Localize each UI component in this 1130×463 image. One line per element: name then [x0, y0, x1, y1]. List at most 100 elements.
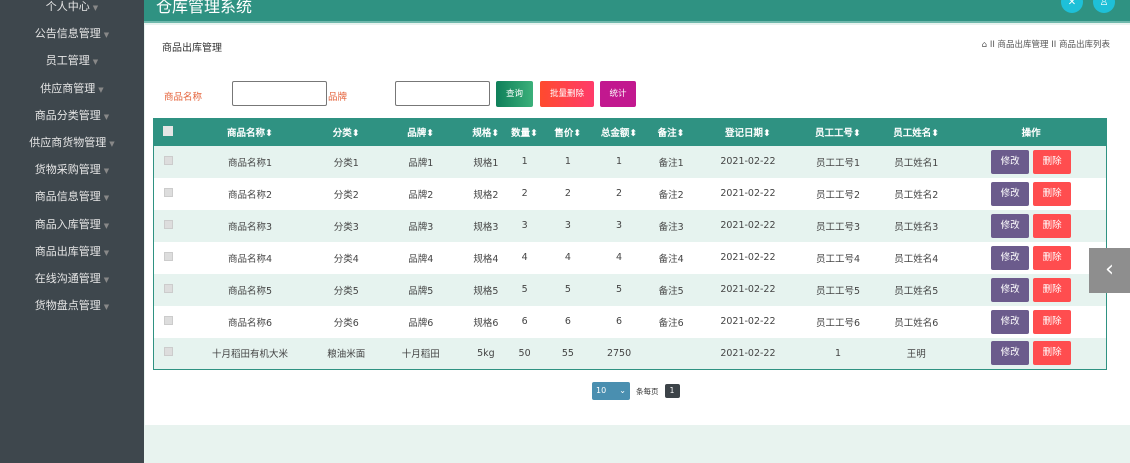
delete-button[interactable]: 删除 [1033, 181, 1072, 206]
row-checkbox[interactable] [154, 178, 183, 210]
table-cell: 分类4 [333, 253, 359, 265]
row-checkbox[interactable] [153, 209, 183, 242]
sort-icon[interactable]: ⬍ [629, 128, 637, 139]
sidebar-item[interactable]: 商品入库管理 ▼ [0, 211, 144, 238]
sort-icon[interactable]: ⬍ [352, 128, 360, 139]
brand-input[interactable] [395, 81, 490, 106]
table-cell: 分类2 [333, 189, 359, 201]
row-checkbox[interactable] [153, 337, 183, 370]
column-header[interactable]: 分类⬍ [317, 118, 375, 146]
sort-icon[interactable]: ⬍ [530, 128, 538, 139]
edit-button[interactable]: 修改 [991, 245, 1030, 270]
caret-down-icon: ▼ [92, 58, 99, 67]
sort-icon[interactable]: ⬍ [265, 128, 273, 139]
select-all-checkbox[interactable] [153, 118, 183, 146]
sidebar-item[interactable]: 供应商货物管理 ▼ [0, 129, 144, 156]
sidebar-item[interactable]: 商品分类管理 ▼ [0, 102, 144, 129]
edit-button[interactable]: 修改 [991, 181, 1030, 206]
sidebar: 个人中心 ▼ 公告信息管理 ▼ 员工管理 ▼ 供应商管理 ▼ 商品分类管理 ▼ 供应商货物管理 ▼ 货物… [0, 0, 144, 463]
user-icon[interactable]: ♙ [1093, 0, 1115, 13]
row-checkbox[interactable] [154, 242, 183, 274]
sidebar-item[interactable]: 商品出库管理 ▼ [0, 238, 144, 265]
table-row: 商品名称3 分类3 品牌3 规格3 3 3 3 备注3 2021-02-22 员工工号3 员工姓名3… [153, 209, 1107, 242]
row-checkbox[interactable] [153, 145, 183, 178]
sidebar-item[interactable]: 在线沟通管理 ▼ [0, 265, 144, 292]
stats-button[interactable]: 统计 [600, 81, 636, 107]
sort-icon[interactable]: ⬍ [677, 128, 685, 139]
edit-button[interactable]: 修改 [991, 341, 1030, 366]
table-cell: 员工工号4 [815, 253, 861, 265]
column-header[interactable]: 数量⬍ [505, 118, 544, 146]
row-checkbox[interactable] [154, 306, 183, 338]
delete-button[interactable]: 删除 [1033, 149, 1072, 174]
edit-button[interactable]: 修改 [991, 309, 1030, 334]
edit-button[interactable]: 修改 [991, 277, 1030, 302]
sidebar-item[interactable]: 货物盘点管理 ▼ [0, 292, 144, 319]
table-cell: 备注1 [646, 145, 697, 178]
table-cell: 3 [591, 209, 647, 242]
table-cell: 商品名称5 [182, 273, 318, 306]
sidebar-item[interactable]: 公告信息管理 ▼ [0, 20, 144, 47]
actions-cell: 修改 删除 [956, 242, 1106, 274]
actions-cell: 修改 删除 [956, 178, 1106, 210]
edit-button[interactable]: 修改 [991, 149, 1030, 174]
row-checkbox[interactable] [153, 273, 183, 306]
table-cell: 员工工号5 [799, 273, 877, 306]
caret-down-icon: ▼ [103, 167, 110, 176]
page-size-select[interactable]: 10 ⌄ [592, 382, 630, 400]
sidebar-item[interactable]: 供应商管理 ▼ [0, 75, 144, 102]
table-cell: 2021-02-22 [696, 145, 800, 178]
column-header-label: 员工工号 [815, 128, 854, 140]
page-title: 商品出库管理 [162, 43, 222, 54]
delete-button[interactable]: 删除 [1033, 341, 1072, 366]
sidebar-item[interactable]: 个人中心 ▼ [0, 0, 144, 20]
breadcrumb-item[interactable]: 商品出库管理 [998, 40, 1049, 50]
table-cell: 规格6 [473, 317, 499, 329]
edit-button[interactable]: 修改 [991, 213, 1030, 238]
query-button[interactable]: 查询 [496, 81, 533, 107]
delete-button[interactable]: 删除 [1033, 213, 1072, 238]
delete-button[interactable]: 删除 [1033, 277, 1072, 302]
sort-icon[interactable]: ⬍ [491, 128, 499, 139]
collapse-chevron-left-icon[interactable]: ‹ [1089, 248, 1130, 293]
sort-icon[interactable]: ⬍ [853, 128, 861, 139]
table-cell: 十月稻田 [374, 337, 467, 370]
table-row: 商品名称6 分类6 品牌6 规格6 6 6 6 备注6 2021-02-22 员工工号6 员工姓名6… [154, 306, 1107, 338]
table-cell: 员工工号1 [799, 145, 877, 178]
column-header: 操作 [956, 118, 1107, 146]
table-cell: 50 [505, 337, 544, 370]
sidebar-item[interactable]: 货物采购管理 ▼ [0, 156, 144, 183]
column-header[interactable]: 备注⬍ [646, 118, 697, 146]
sort-icon[interactable]: ⬍ [426, 128, 434, 139]
sidebar-item[interactable]: 商品信息管理 ▼ [0, 183, 144, 210]
column-header[interactable]: 商品名称⬍ [182, 118, 318, 146]
column-header-label: 规格 [472, 128, 492, 140]
fullscreen-icon[interactable]: ✕ [1061, 0, 1083, 13]
column-header-label: 售价 [554, 128, 574, 140]
table-row: 商品名称5 分类5 品牌5 规格5 5 5 5 备注5 2021-02-22 员工工号5 员工姓名5… [153, 273, 1107, 306]
page-button[interactable]: 1 [664, 384, 680, 398]
name-input[interactable] [232, 81, 327, 106]
sort-icon[interactable]: ⬍ [573, 128, 581, 139]
sidebar-item[interactable]: 员工管理 ▼ [0, 47, 144, 74]
sidebar-item-label: 在线沟通管理 [34, 271, 101, 285]
column-header-label: 登记日期 [724, 128, 763, 140]
column-header[interactable]: 品牌⬍ [374, 118, 467, 146]
batch-delete-button[interactable]: 批量删除 [540, 81, 594, 107]
table-row: 商品名称2 分类2 品牌2 规格2 2 2 2 备注2 2021-02-22 员工工号2 员工姓名2… [154, 178, 1107, 210]
column-header[interactable]: 规格⬍ [466, 118, 506, 146]
sort-icon[interactable]: ⬍ [931, 128, 939, 139]
delete-button[interactable]: 删除 [1033, 309, 1072, 334]
column-header[interactable]: 员工工号⬍ [799, 118, 877, 146]
column-header[interactable]: 登记日期⬍ [696, 118, 800, 146]
table-cell: 2 [616, 188, 623, 199]
column-header[interactable]: 售价⬍ [543, 118, 592, 146]
column-header[interactable]: 员工姓名⬍ [876, 118, 957, 146]
outbound-table: 商品名称⬍ 分类⬍ 品牌⬍ 规格⬍ 数量⬍ 售价⬍ 总金额⬍ 备注⬍ 登记日期⬍ 员工工号⬍ 员工姓… [153, 118, 1107, 370]
caret-down-icon: ▼ [103, 221, 110, 230]
sort-icon[interactable]: ⬍ [763, 128, 771, 139]
home-icon[interactable]: ⌂ [982, 40, 987, 50]
column-header[interactable]: 总金额⬍ [591, 118, 647, 146]
delete-button[interactable]: 删除 [1033, 245, 1072, 270]
table-cell: 4 [564, 252, 571, 263]
